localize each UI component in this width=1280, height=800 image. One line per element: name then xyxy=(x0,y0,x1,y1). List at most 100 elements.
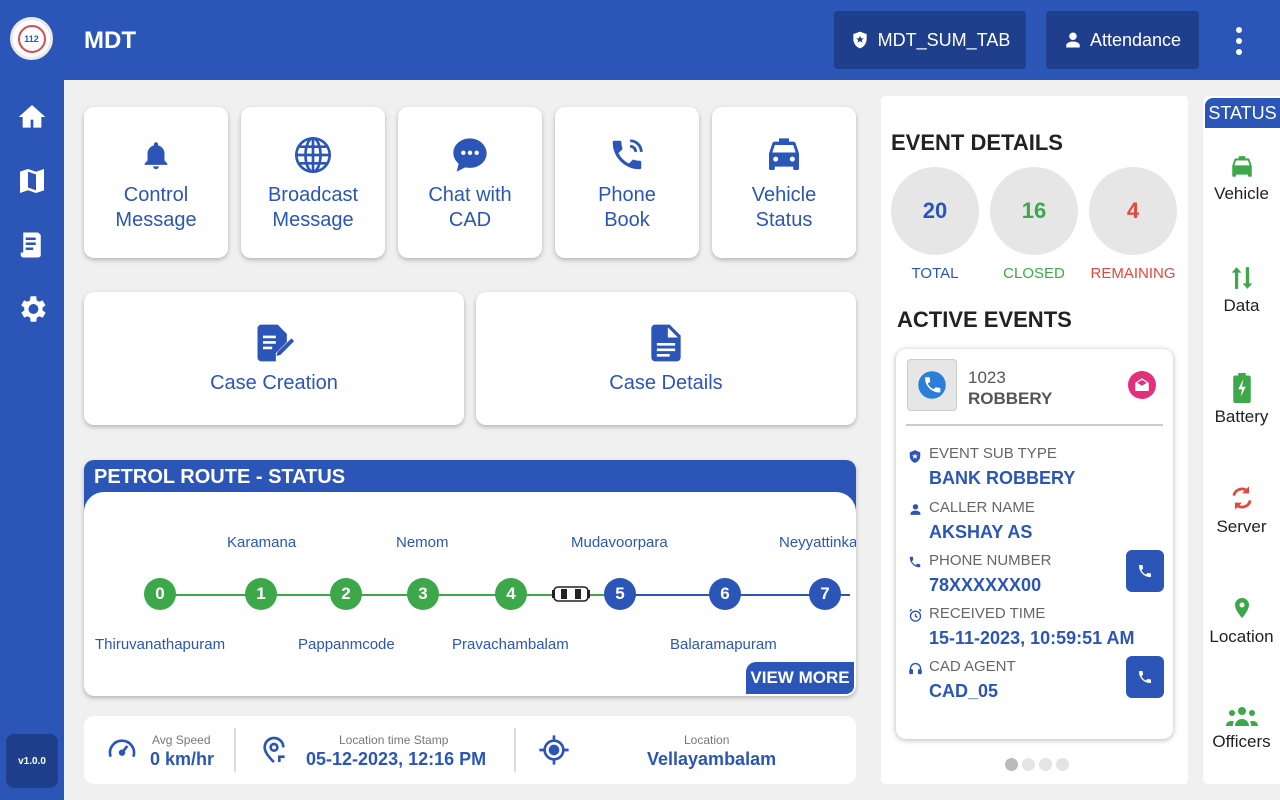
vehicle-marker-icon xyxy=(551,584,591,604)
globe-icon xyxy=(291,133,335,177)
active-event-card[interactable]: 1023 ROBBERY EVENT SUB TYPE BANK ROBBERY… xyxy=(896,349,1173,739)
page-dot[interactable] xyxy=(1022,758,1035,771)
page-dot[interactable] xyxy=(1056,758,1069,771)
route-timeline[interactable]: Karamana Nemom Mudavoorpara Neyyattinkar… xyxy=(84,492,856,696)
status-title: STATUS xyxy=(1205,98,1280,128)
carousel-pagination[interactable] xyxy=(1005,758,1069,771)
status-battery[interactable]: Battery xyxy=(1203,373,1280,427)
status-vehicle-label: Vehicle xyxy=(1214,184,1269,203)
status-server-label: Server xyxy=(1216,517,1267,536)
divider xyxy=(906,424,1163,426)
event-type: ROBBERY xyxy=(968,389,1053,408)
case-creation-label: Case Creation xyxy=(210,372,338,394)
event-details-title: EVENT DETAILS xyxy=(891,130,1063,155)
stop-label-1: Karamana xyxy=(227,534,297,551)
location-time-icon xyxy=(258,733,290,772)
map-icon[interactable] xyxy=(14,163,50,199)
active-events-title: ACTIVE EVENTS xyxy=(897,307,1072,332)
phone-icon xyxy=(1139,565,1151,577)
battery-icon xyxy=(1232,373,1251,403)
caller-value: AKSHAY AS xyxy=(929,522,1033,542)
divider xyxy=(514,728,516,772)
petrol-route-title: PETROL ROUTE - STATUS xyxy=(94,466,346,488)
more-menu-icon[interactable] xyxy=(1224,24,1254,58)
document-icon xyxy=(644,321,688,365)
person-icon xyxy=(907,501,923,517)
closed-events-count: 16 xyxy=(990,167,1078,255)
route-node-3[interactable]: 3 xyxy=(407,578,439,610)
broadcast-message-label: Broadcast Message xyxy=(267,183,359,231)
receipt-icon[interactable] xyxy=(14,227,50,263)
alarm-clock-icon xyxy=(907,607,923,623)
event-details-panel: EVENT DETAILS 20 TOTAL 16 CLOSED 4 REMAI… xyxy=(881,96,1188,784)
call-caller-button[interactable] xyxy=(1126,550,1164,592)
location-pin-icon xyxy=(1234,598,1249,618)
status-data[interactable]: Data xyxy=(1203,264,1280,316)
call-agent-button[interactable] xyxy=(1126,656,1164,698)
device-button[interactable]: MDT_SUM_TAB xyxy=(834,11,1026,69)
attendance-button[interactable]: Attendance xyxy=(1046,11,1199,69)
sub-type-caption: EVENT SUB TYPE xyxy=(929,445,1057,462)
shield-icon xyxy=(852,31,867,49)
status-officers-label: Officers xyxy=(1212,732,1271,751)
received-value: 15-11-2023, 10:59:51 AM xyxy=(929,628,1135,648)
page-dot[interactable] xyxy=(1039,758,1052,771)
phone-value: 78XXXXXX00 xyxy=(929,575,1042,595)
status-server[interactable]: Server xyxy=(1203,483,1280,537)
petrol-route-card: PETROL ROUTE - STATUS Karamana Nemom Mud… xyxy=(84,460,856,696)
agent-value: CAD_05 xyxy=(929,681,999,701)
chat-with-cad-tile[interactable]: Chat with CAD xyxy=(398,107,542,258)
chat-with-cad-label: Chat with CAD xyxy=(428,183,512,231)
divider xyxy=(234,728,236,772)
home-icon[interactable] xyxy=(14,99,50,135)
route-node-6[interactable]: 6 xyxy=(709,578,741,610)
case-details-tile[interactable]: Case Details xyxy=(476,292,856,425)
app-logo: 112 xyxy=(10,17,53,60)
broadcast-message-tile[interactable]: Broadcast Message xyxy=(241,107,385,258)
stop-label-5: Mudavoorpara xyxy=(571,534,668,551)
sync-icon xyxy=(1231,486,1252,510)
status-vehicle[interactable]: Vehicle xyxy=(1203,154,1280,204)
gear-icon[interactable] xyxy=(14,291,50,327)
gps-target-icon xyxy=(538,734,570,771)
phone-icon xyxy=(1139,671,1151,683)
top-app-bar: MDT MDT_SUM_TAB Attendance xyxy=(64,0,1280,80)
phone-book-tile[interactable]: Phone Book xyxy=(555,107,699,258)
route-node-1[interactable]: 1 xyxy=(245,578,277,610)
route-node-7[interactable]: 7 xyxy=(809,578,841,610)
message-icon[interactable] xyxy=(1128,371,1156,399)
case-creation-tile[interactable]: Case Creation xyxy=(84,292,464,425)
remaining-events-label: REMAINING xyxy=(1090,265,1176,282)
group-icon xyxy=(1225,707,1258,726)
route-node-5[interactable]: 5 xyxy=(604,578,636,610)
status-location[interactable]: Location xyxy=(1203,593,1280,647)
timestamp-value: 05-12-2023, 12:16 PM xyxy=(306,749,487,769)
route-node-0[interactable]: 0 xyxy=(144,578,176,610)
headset-agent-icon xyxy=(907,660,923,676)
event-id-block: 1023 ROBBERY xyxy=(968,367,1052,409)
stop-label-0: Thiruvanathapuram xyxy=(95,636,226,653)
total-events-count: 20 xyxy=(891,167,979,255)
bell-icon xyxy=(134,133,178,177)
data-arrows-icon xyxy=(1231,267,1252,289)
remaining-events-count: 4 xyxy=(1089,167,1177,255)
stop-label-7: Neyyattinkara xyxy=(779,534,856,551)
stop-label-3: Nemom xyxy=(396,534,449,551)
route-node-4[interactable]: 4 xyxy=(495,578,527,610)
taxi-icon xyxy=(762,133,806,177)
page-dot[interactable] xyxy=(1005,758,1018,771)
phone-book-label: Phone Book xyxy=(598,183,656,231)
control-message-tile[interactable]: Control Message xyxy=(84,107,228,258)
closed-events-label: CLOSED xyxy=(1003,265,1065,282)
status-officers[interactable]: Officers xyxy=(1203,706,1280,752)
view-more-button[interactable]: VIEW MORE xyxy=(746,662,854,694)
status-column: STATUS Vehicle Data Battery Server Locat… xyxy=(1203,96,1280,784)
status-data-label: Data xyxy=(1223,296,1260,315)
call-source-icon xyxy=(907,359,957,411)
route-node-2[interactable]: 2 xyxy=(330,578,362,610)
vehicle-status-tile[interactable]: Vehicle Status xyxy=(712,107,856,258)
speedometer-icon xyxy=(106,734,138,771)
attendance-label: Attendance xyxy=(1089,29,1182,50)
left-navigation-rail: 112 v1.0.0 xyxy=(0,0,64,800)
received-caption: RECEIVED TIME xyxy=(929,605,1046,622)
